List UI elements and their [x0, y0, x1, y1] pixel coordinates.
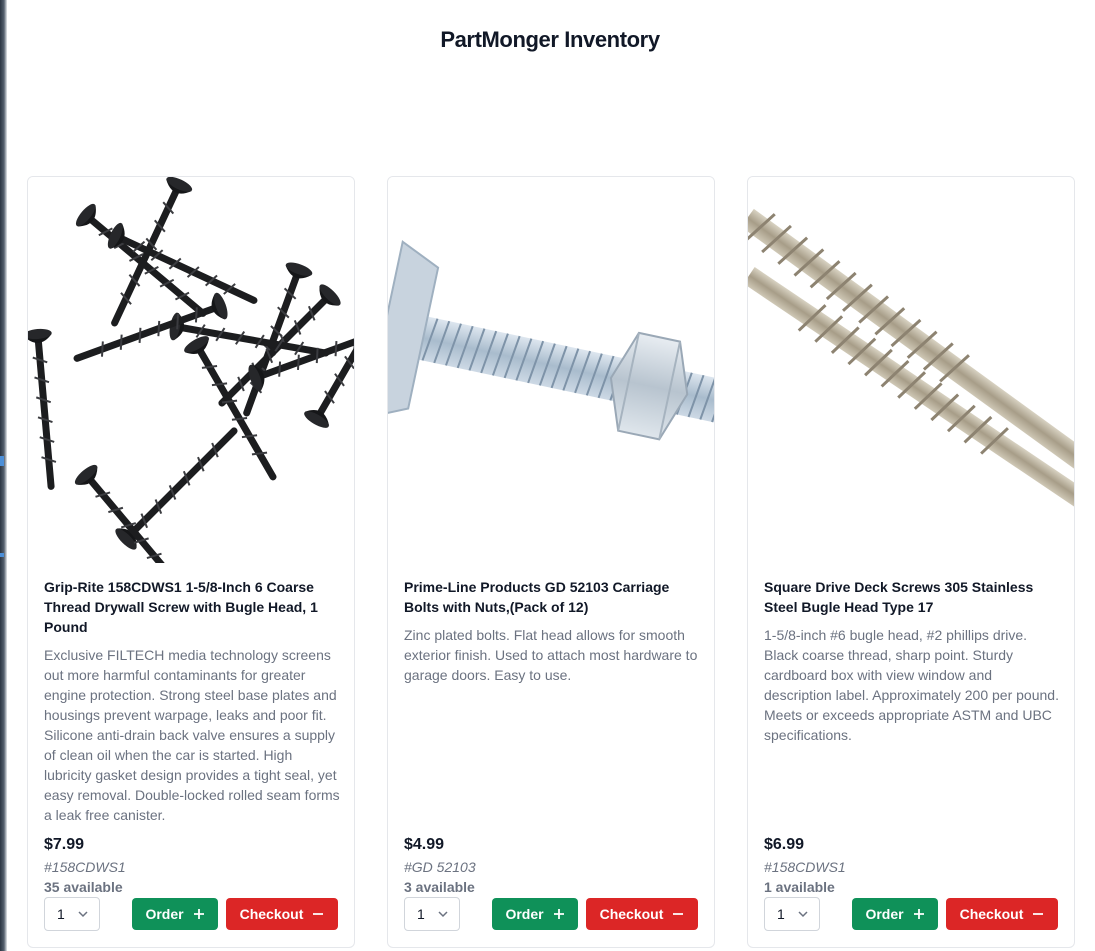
plus-icon — [553, 909, 564, 919]
minus-icon — [1033, 913, 1044, 915]
order-label: Order — [145, 906, 184, 922]
quantity-value: 1 — [57, 906, 65, 922]
product-description: 1-5/8-inch #6 bugle head, #2 phillips dr… — [764, 627, 1059, 743]
order-label: Order — [865, 906, 904, 922]
checkout-label: Checkout — [239, 906, 304, 922]
product-price: $4.99 — [404, 836, 445, 853]
minus-icon — [313, 913, 324, 915]
checkout-label: Checkout — [959, 906, 1024, 922]
quantity-select[interactable]: 1 — [404, 897, 460, 931]
product-availability: 3 available — [404, 879, 475, 895]
product-price: $6.99 — [764, 836, 805, 853]
plus-icon — [193, 909, 204, 919]
chevron-down-icon — [798, 911, 808, 918]
window-edge-marker — [0, 456, 4, 466]
plus-icon — [913, 909, 924, 919]
product-card: Square Drive Deck Screws 305 Stainless S… — [747, 176, 1075, 948]
checkout-button[interactable]: Checkout — [586, 898, 698, 930]
product-image — [28, 177, 354, 563]
quantity-select[interactable]: 1 — [764, 897, 820, 931]
product-price: $7.99 — [44, 836, 85, 853]
minus-icon — [673, 913, 684, 915]
order-button[interactable]: Order — [492, 898, 578, 930]
product-sku: #158CDWS1 — [44, 859, 126, 875]
product-image — [748, 177, 1074, 563]
checkout-label: Checkout — [599, 906, 664, 922]
product-availability: 35 available — [44, 879, 123, 895]
product-title: Prime-Line Products GD 52103 Carriage Bo… — [404, 579, 670, 615]
chevron-down-icon — [78, 911, 88, 918]
quantity-value: 1 — [417, 906, 425, 922]
chevron-down-icon — [438, 911, 448, 918]
product-card: Grip-Rite 158CDWS1 1-5/8-Inch 6 Coarse T… — [27, 176, 355, 948]
product-description: Zinc plated bolts. Flat head allows for … — [404, 627, 698, 683]
product-card: Prime-Line Products GD 52103 Carriage Bo… — [387, 176, 715, 948]
product-description: Exclusive FILTECH media technology scree… — [44, 647, 340, 823]
checkout-button[interactable]: Checkout — [226, 898, 338, 930]
checkout-button[interactable]: Checkout — [946, 898, 1058, 930]
product-grid: Grip-Rite 158CDWS1 1-5/8-Inch 6 Coarse T… — [27, 176, 1075, 948]
window-edge-marker — [0, 553, 4, 557]
order-button[interactable]: Order — [132, 898, 218, 930]
product-title: Grip-Rite 158CDWS1 1-5/8-Inch 6 Coarse T… — [44, 579, 318, 635]
product-sku: #158CDWS1 — [764, 859, 846, 875]
product-title: Square Drive Deck Screws 305 Stainless S… — [764, 579, 1034, 615]
order-button[interactable]: Order — [852, 898, 938, 930]
product-sku: #GD 52103 — [404, 859, 476, 875]
page-title: PartMonger Inventory — [440, 27, 660, 52]
window-edge — [0, 0, 7, 951]
product-image — [388, 177, 714, 563]
quantity-value: 1 — [777, 906, 785, 922]
product-availability: 1 available — [764, 879, 835, 895]
quantity-select[interactable]: 1 — [44, 897, 100, 931]
order-label: Order — [505, 906, 544, 922]
